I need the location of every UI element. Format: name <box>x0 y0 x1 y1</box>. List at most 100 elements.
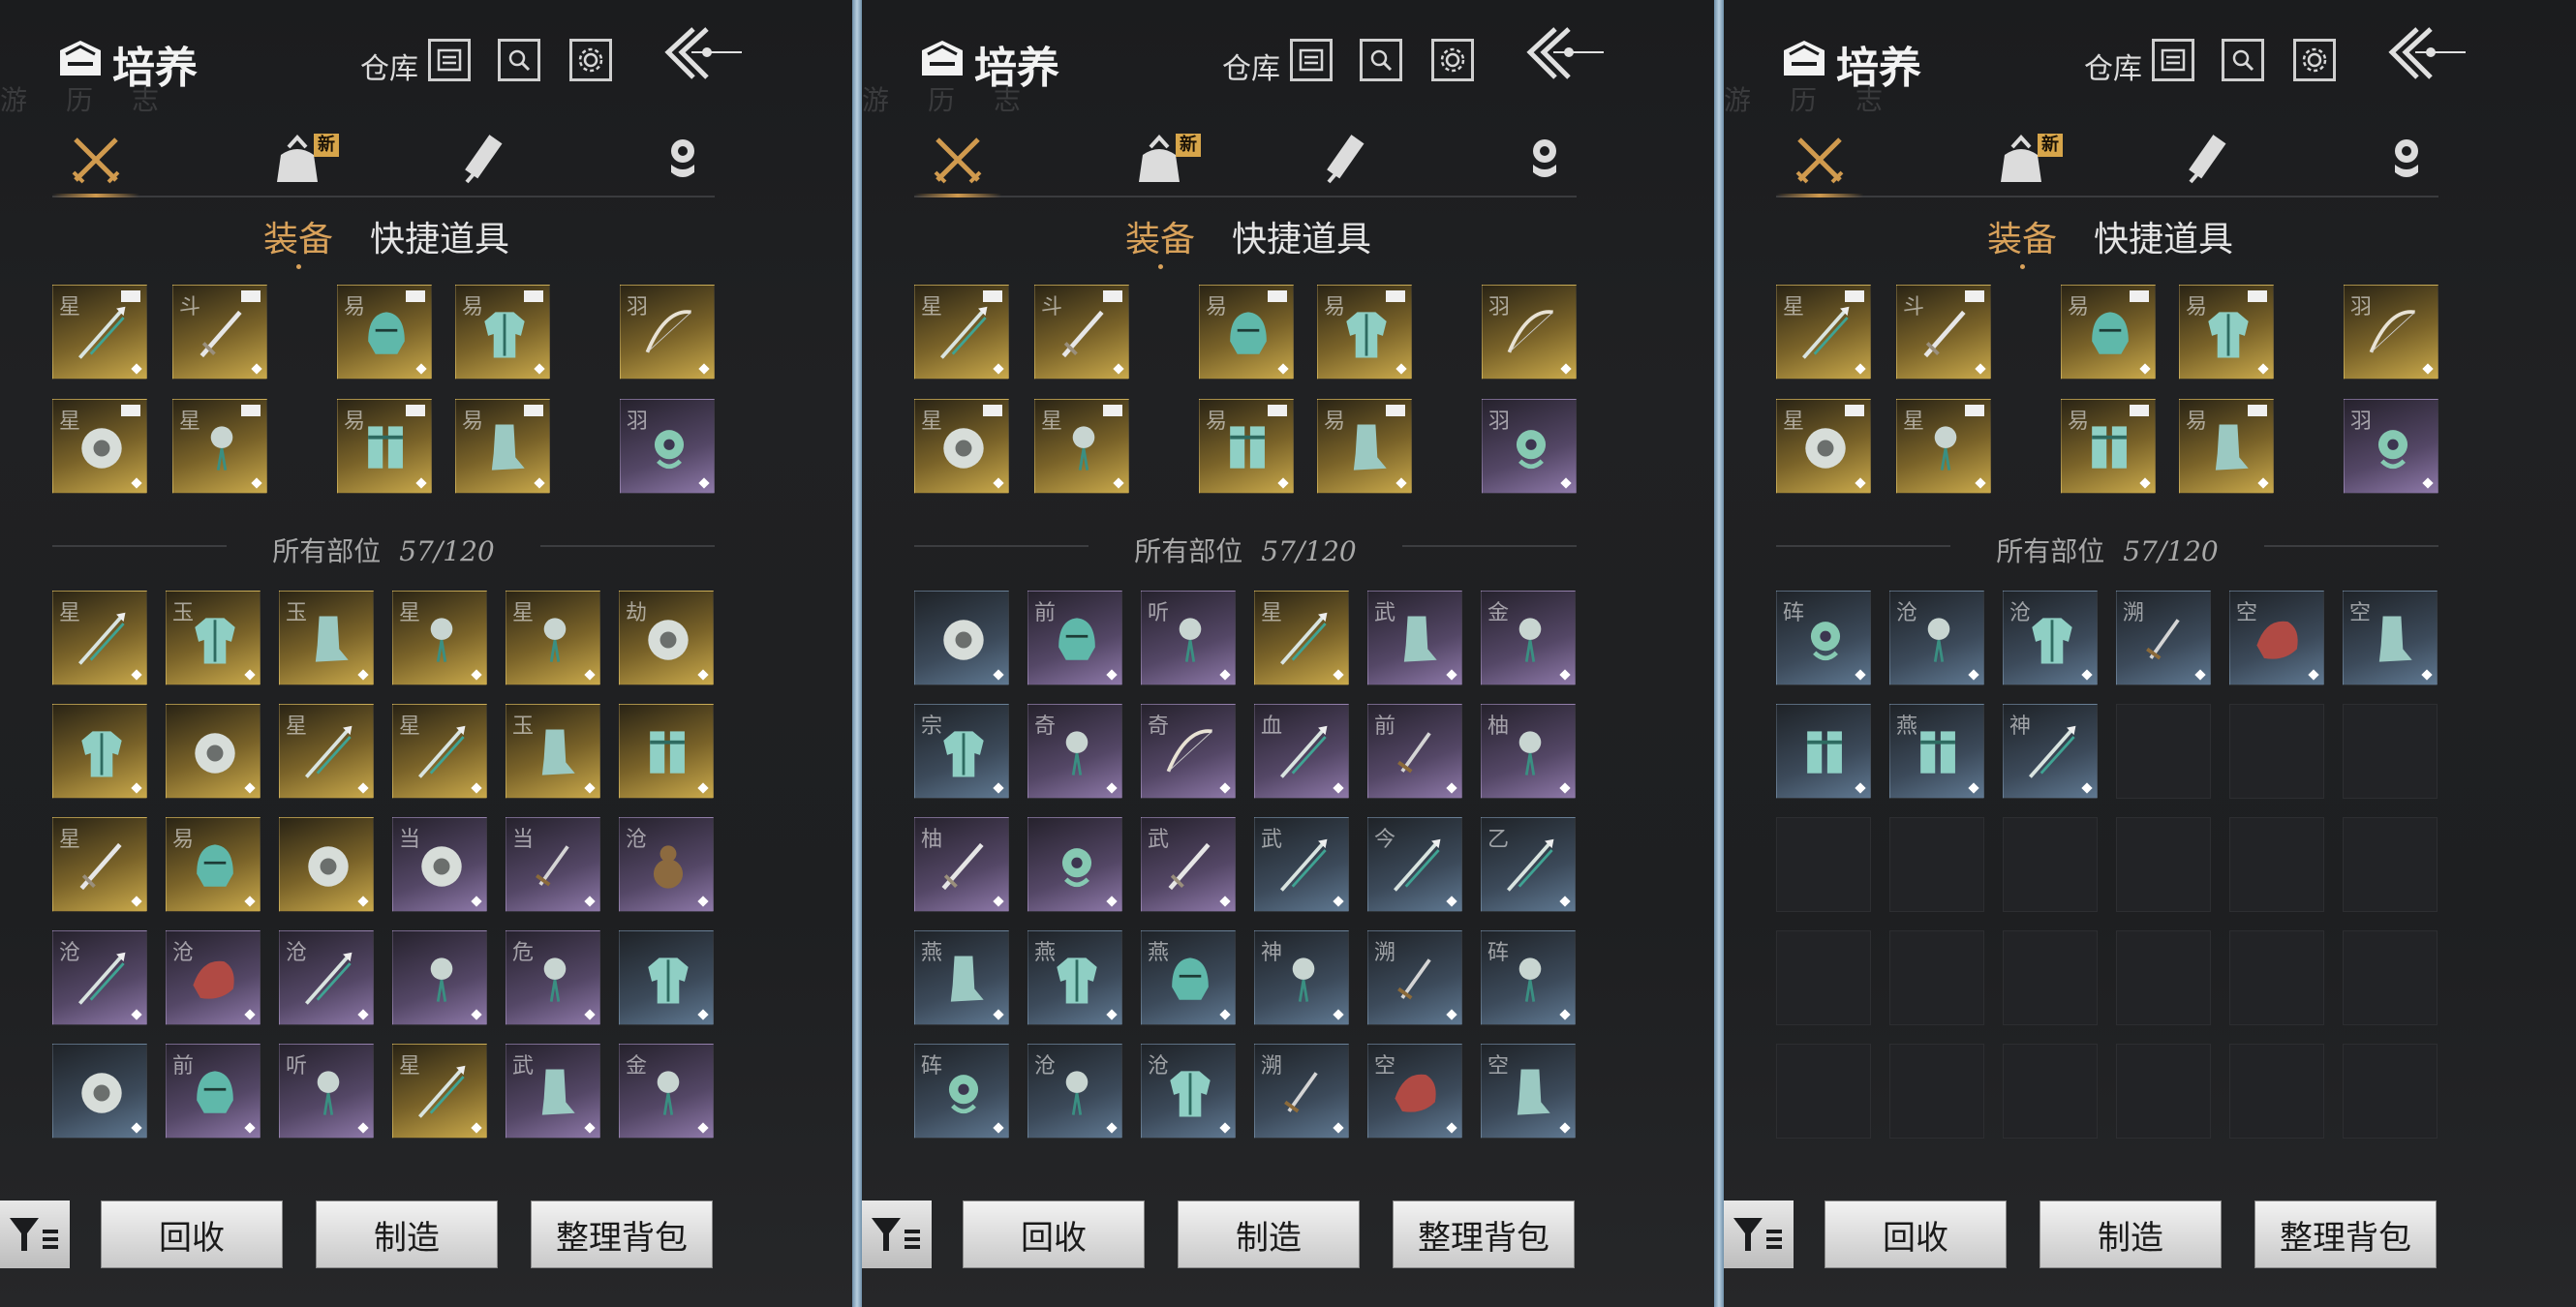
equipped-slot[interactable]: 斗 <box>172 285 267 380</box>
inventory-slot[interactable]: 神 <box>1254 930 1349 1025</box>
inventory-slot[interactable] <box>52 1044 147 1139</box>
inventory-slot[interactable]: 宗 <box>914 704 1009 799</box>
organize-bag-button[interactable]: 整理背包 <box>1393 1201 1575 1268</box>
inventory-slot[interactable]: 星 <box>1254 591 1349 685</box>
equipped-slot[interactable]: 易 <box>1199 399 1294 494</box>
inventory-slot[interactable]: 沧 <box>619 817 714 912</box>
inventory-slot[interactable]: 武 <box>1254 817 1349 912</box>
warehouse-label[interactable]: 仓库 <box>2084 45 2142 87</box>
inventory-slot[interactable]: 空 <box>2343 591 2438 685</box>
equipped-slot[interactable]: 星 <box>1776 399 1871 494</box>
craft-button[interactable]: 制造 <box>1178 1201 1360 1268</box>
equipped-slot[interactable]: 易 <box>1317 399 1412 494</box>
search-button[interactable] <box>498 39 540 81</box>
tab-weapons[interactable] <box>52 130 139 198</box>
tab-equipment[interactable]: 装备 <box>1987 211 2057 269</box>
tab-bag[interactable]: 新 <box>1129 130 1201 190</box>
inventory-slot[interactable]: 前 <box>1027 591 1122 685</box>
equipped-slot[interactable]: 斗 <box>1896 285 1991 380</box>
inventory-slot[interactable]: 空 <box>1367 1044 1462 1139</box>
equipped-slot[interactable]: 易 <box>455 399 550 494</box>
inventory-slot[interactable]: 星 <box>52 817 147 912</box>
search-button[interactable] <box>2222 39 2264 81</box>
inventory-slot[interactable]: 劫 <box>619 591 714 685</box>
inventory-slot[interactable]: 空 <box>1481 1044 1576 1139</box>
inventory-slot[interactable]: 柚 <box>914 817 1009 912</box>
inventory-slot[interactable]: 沧 <box>52 930 147 1025</box>
inventory-slot[interactable]: 溯 <box>2116 591 2211 685</box>
equipped-slot[interactable]: 易 <box>2179 285 2274 380</box>
inventory-slot[interactable]: 砗 <box>1776 591 1871 685</box>
equipped-slot[interactable]: 斗 <box>1034 285 1129 380</box>
equipped-slot[interactable]: 羽 <box>2344 399 2438 494</box>
equipped-slot[interactable]: 易 <box>1317 285 1412 380</box>
inventory-slot[interactable] <box>619 704 714 799</box>
search-button[interactable] <box>1360 39 1402 81</box>
tab-currency[interactable] <box>653 130 713 190</box>
back-arrow-icon[interactable] <box>659 21 746 89</box>
tab-quick-items[interactable]: 快捷道具 <box>2094 211 2233 261</box>
inventory-slot[interactable]: 乙 <box>1481 817 1576 912</box>
inventory-slot[interactable]: 玉 <box>166 591 261 685</box>
equipped-slot[interactable]: 易 <box>2061 399 2156 494</box>
inventory-slot[interactable]: 星 <box>506 591 600 685</box>
tab-scrolls[interactable] <box>2177 130 2237 190</box>
warehouse-button[interactable] <box>1290 39 1333 81</box>
equipped-slot[interactable]: 易 <box>455 285 550 380</box>
inventory-slot[interactable]: 砗 <box>1481 930 1576 1025</box>
organize-bag-button[interactable]: 整理背包 <box>2254 1201 2437 1268</box>
inventory-slot[interactable]: 沧 <box>166 930 261 1025</box>
inventory-slot[interactable]: 燕 <box>914 930 1009 1025</box>
inventory-slot[interactable]: 今 <box>1367 817 1462 912</box>
inventory-slot[interactable] <box>279 817 374 912</box>
inventory-slot[interactable] <box>52 704 147 799</box>
inventory-slot[interactable] <box>166 704 261 799</box>
tab-weapons[interactable] <box>914 130 1001 198</box>
inventory-slot[interactable]: 玉 <box>506 704 600 799</box>
inventory-slot[interactable]: 溯 <box>1367 930 1462 1025</box>
equipped-slot[interactable]: 羽 <box>620 399 715 494</box>
inventory-slot[interactable]: 神 <box>2003 704 2098 799</box>
warehouse-label[interactable]: 仓库 <box>1222 45 1280 87</box>
craft-button[interactable]: 制造 <box>2039 1201 2222 1268</box>
inventory-slot[interactable]: 武 <box>1141 817 1236 912</box>
warehouse-button[interactable] <box>2152 39 2194 81</box>
inventory-slot[interactable]: 砗 <box>914 1044 1009 1139</box>
tab-bag[interactable]: 新 <box>1991 130 2063 190</box>
settings-button[interactable] <box>569 39 612 81</box>
tab-quick-items[interactable]: 快捷道具 <box>1232 211 1371 261</box>
inventory-slot[interactable] <box>619 930 714 1025</box>
equipped-slot[interactable]: 星 <box>1034 399 1129 494</box>
inventory-slot[interactable]: 沧 <box>1027 1044 1122 1139</box>
inventory-slot[interactable]: 金 <box>619 1044 714 1139</box>
equipped-slot[interactable]: 易 <box>337 285 432 380</box>
inventory-slot[interactable]: 金 <box>1481 591 1576 685</box>
equipped-slot[interactable]: 易 <box>337 399 432 494</box>
equipped-slot[interactable]: 易 <box>2179 399 2274 494</box>
tab-scrolls[interactable] <box>453 130 513 190</box>
inventory-slot[interactable]: 星 <box>52 591 147 685</box>
inventory-slot[interactable]: 燕 <box>1027 930 1122 1025</box>
organize-bag-button[interactable]: 整理背包 <box>531 1201 713 1268</box>
tab-bag[interactable]: 新 <box>267 130 339 190</box>
equipped-slot[interactable]: 羽 <box>2344 285 2438 380</box>
equipped-slot[interactable]: 星 <box>1776 285 1871 380</box>
inventory-slot[interactable]: 星 <box>279 704 374 799</box>
settings-button[interactable] <box>2293 39 2336 81</box>
inventory-slot[interactable]: 沧 <box>1889 591 1984 685</box>
inventory-slot[interactable] <box>1027 817 1122 912</box>
recycle-button[interactable]: 回收 <box>1825 1201 2007 1268</box>
inventory-slot[interactable]: 奇 <box>1027 704 1122 799</box>
inventory-slot[interactable]: 武 <box>506 1044 600 1139</box>
equipped-slot[interactable]: 星 <box>914 285 1009 380</box>
inventory-slot[interactable]: 空 <box>2229 591 2324 685</box>
filter-button[interactable] <box>0 1201 70 1268</box>
inventory-slot[interactable] <box>392 930 487 1025</box>
inventory-slot[interactable]: 沧 <box>279 930 374 1025</box>
inventory-slot[interactable]: 血 <box>1254 704 1349 799</box>
tab-quick-items[interactable]: 快捷道具 <box>370 211 509 261</box>
inventory-slot[interactable]: 燕 <box>1141 930 1236 1025</box>
equipped-slot[interactable]: 星 <box>52 285 147 380</box>
filter-button[interactable] <box>1724 1201 1794 1268</box>
inventory-slot[interactable]: 燕 <box>1889 704 1984 799</box>
